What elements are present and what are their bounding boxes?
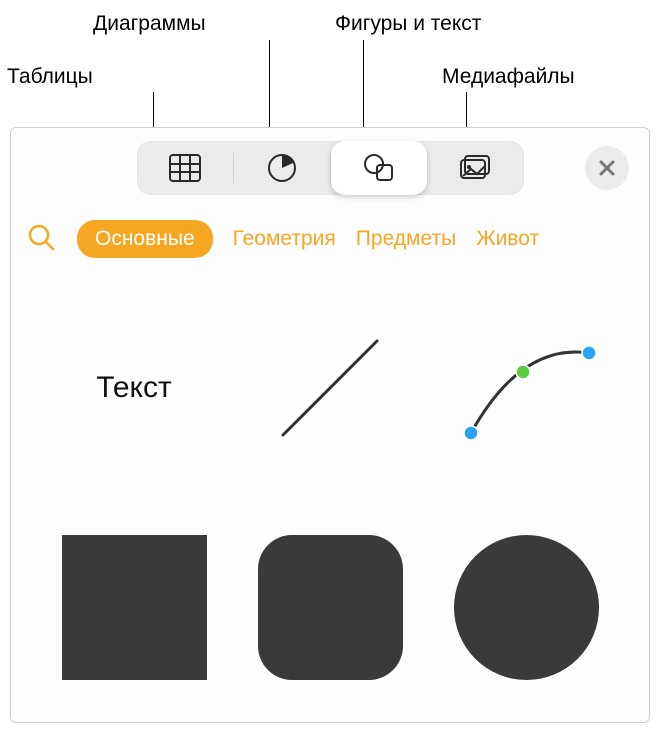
shape-label: Текст	[96, 371, 172, 405]
shapes-grid: Текст	[11, 270, 649, 695]
shapes-icon	[360, 149, 398, 187]
close-button[interactable]	[585, 146, 629, 190]
media-icon	[457, 149, 495, 187]
category-tab[interactable]: Геометрия	[233, 227, 336, 251]
category-tab[interactable]: Живот	[476, 227, 539, 251]
rounded-square-icon	[258, 535, 403, 680]
callout-tables: Таблицы	[7, 65, 93, 89]
curve-icon	[451, 323, 601, 453]
shape-line[interactable]	[232, 300, 428, 475]
shape-text[interactable]: Текст	[36, 300, 232, 475]
line-icon	[265, 323, 395, 453]
charts-button[interactable]	[234, 141, 330, 195]
pie-chart-icon	[263, 149, 301, 187]
shapes-button[interactable]	[331, 141, 427, 195]
square-icon	[62, 535, 207, 680]
category-row: Основные Геометрия Предметы Живот	[11, 208, 649, 270]
media-button[interactable]	[428, 141, 524, 195]
close-icon	[598, 159, 616, 177]
shape-rounded-square[interactable]	[232, 520, 428, 695]
category-tab-selected[interactable]: Основные	[77, 220, 213, 258]
callout-media: Медиафайлы	[442, 65, 575, 89]
category-tab[interactable]: Предметы	[356, 227, 456, 251]
insert-panel: Основные Геометрия Предметы Живот Текст	[10, 127, 650, 723]
tables-button[interactable]	[137, 141, 233, 195]
search-button[interactable]	[25, 221, 57, 258]
shape-curve[interactable]	[428, 300, 624, 475]
shape-circle[interactable]	[428, 520, 624, 695]
circle-icon	[454, 535, 599, 680]
callout-charts: Диаграммы	[93, 12, 206, 36]
segment-control	[137, 141, 524, 195]
search-icon	[25, 221, 57, 253]
callout-shapes: Фигуры и текст	[335, 12, 481, 36]
shape-square[interactable]	[36, 520, 232, 695]
table-icon	[166, 149, 204, 187]
insert-toolbar	[11, 128, 649, 208]
